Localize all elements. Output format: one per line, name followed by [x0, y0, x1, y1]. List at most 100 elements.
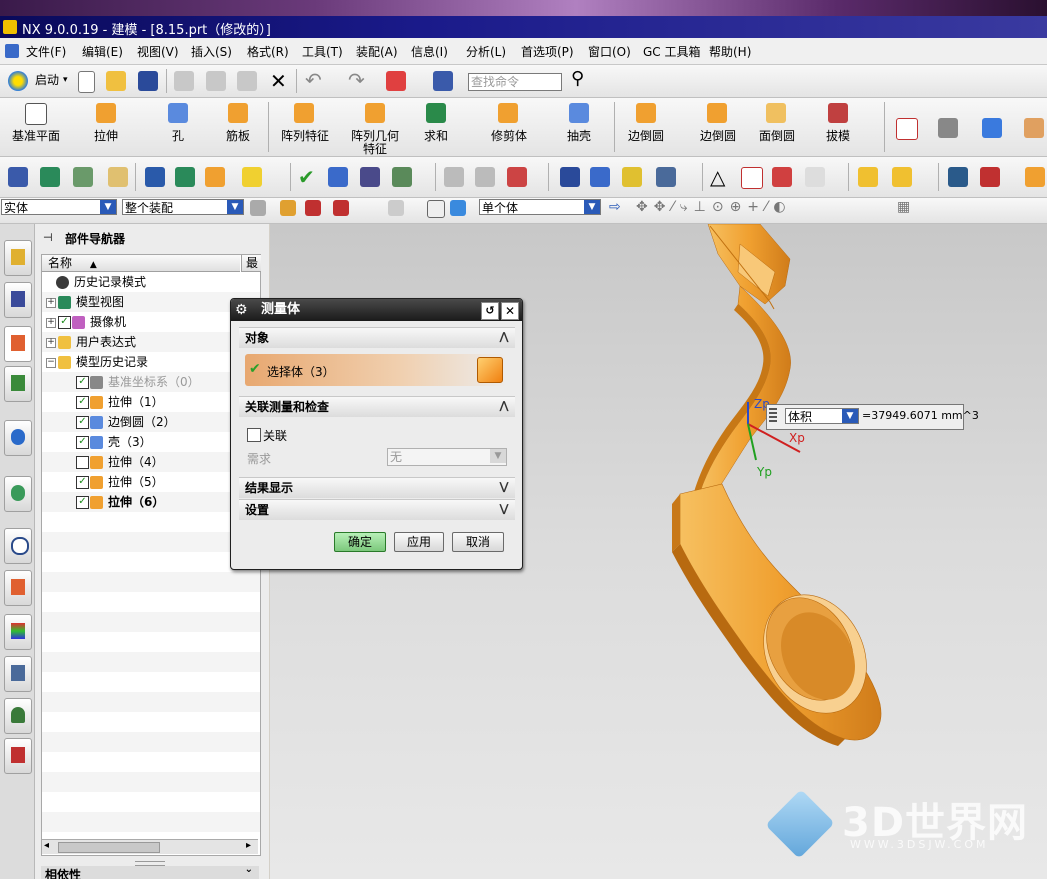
sketch-icon[interactable]	[475, 167, 495, 187]
hole-icon[interactable]	[168, 103, 188, 123]
menu-insert[interactable]: 插入(S)	[191, 43, 232, 60]
rib-icon[interactable]	[228, 103, 248, 123]
feature-hole[interactable]: 孔	[158, 130, 198, 143]
process-studio-tab[interactable]	[4, 570, 32, 606]
tree-row[interactable]: ✓ 壳（3）	[42, 432, 260, 452]
render-style-icon[interactable]	[938, 118, 958, 138]
chevron-down-icon[interactable]: ▼	[584, 200, 600, 214]
snap-row-icons[interactable]: ✥✥⁄⤷⊥⊙⊕+⁄◐	[636, 199, 792, 215]
app-menu-icon[interactable]	[5, 44, 19, 58]
feature-shell[interactable]: 抽壳	[559, 130, 599, 143]
orange-tool-icon[interactable]	[1025, 167, 1045, 187]
close-icon[interactable]: ✕	[501, 302, 519, 320]
redo-icon[interactable]: ↷	[348, 68, 365, 92]
visibility-checkbox[interactable]: ✓	[76, 376, 89, 389]
chevron-down-icon[interactable]: ⋁	[496, 479, 512, 495]
feature-draft[interactable]: 拔模	[818, 130, 858, 143]
feature-unite[interactable]: 求和	[416, 130, 456, 143]
command-search-input[interactable]: 查找命令	[468, 73, 562, 91]
menu-analysis[interactable]: 分析(L)	[466, 43, 506, 60]
visibility-checkbox[interactable]: ✓	[76, 416, 89, 429]
paste-icon[interactable]	[237, 71, 257, 91]
chevron-up-icon[interactable]: ⋀	[496, 398, 512, 414]
feature-pattern-feature[interactable]: 阵列特征	[275, 130, 335, 143]
checkmark-icon[interactable]: ✔	[298, 165, 315, 189]
grid-table-icon[interactable]	[741, 167, 763, 189]
tree-row[interactable]: + 模型视图	[42, 292, 260, 312]
box-icon[interactable]	[427, 200, 445, 218]
visualization-tab[interactable]	[4, 614, 32, 650]
tree-row[interactable]: ✓ 边倒圆（2）	[42, 412, 260, 432]
pattern-icon[interactable]	[805, 167, 825, 187]
start-button-label[interactable]: 启动	[35, 74, 59, 87]
measurement-readout[interactable]: 体积 ▼ =37949.6071 mm^3	[766, 404, 979, 430]
point-snap-icon[interactable]	[305, 200, 321, 216]
unite-icon[interactable]	[426, 103, 446, 123]
tree-row[interactable]: − 模型历史记录	[42, 352, 260, 372]
pencil-icon[interactable]	[108, 167, 128, 187]
search-icon[interactable]: ⚲	[571, 68, 584, 89]
table-select-icon[interactable]	[360, 167, 380, 187]
datum-plane-icon[interactable]	[25, 103, 47, 125]
menu-file[interactable]: 文件(F)	[26, 43, 66, 60]
chevron-down-icon[interactable]: ▼	[227, 200, 243, 214]
visibility-checkbox[interactable]: ✓	[76, 436, 89, 449]
cut-icon[interactable]	[174, 71, 194, 91]
save-icon[interactable]	[138, 71, 158, 91]
assembly-icon[interactable]	[858, 167, 878, 187]
feature-trim-body[interactable]: 修剪体	[484, 130, 534, 143]
edge-blend-icon[interactable]	[636, 103, 656, 123]
point-icon[interactable]	[772, 167, 792, 187]
wcs-icon[interactable]	[392, 167, 412, 187]
tree-row[interactable]: + ✓ 摄像机	[42, 312, 260, 332]
menu-view[interactable]: 视图(V)	[137, 43, 179, 60]
chevron-down-icon[interactable]: ▾	[63, 75, 68, 85]
menu-edit[interactable]: 编辑(E)	[82, 43, 123, 60]
component-icon[interactable]	[892, 167, 912, 187]
menu-information[interactable]: 信息(I)	[411, 43, 448, 60]
menu-assembly[interactable]: 装配(A)	[356, 43, 398, 60]
chevron-down-icon[interactable]: ▼	[842, 409, 858, 423]
tool-icon[interactable]	[333, 200, 349, 216]
table-icon[interactable]	[948, 167, 968, 187]
user-roles-tab[interactable]	[4, 698, 32, 734]
filter-reset-icon[interactable]	[250, 200, 266, 216]
expand-icon[interactable]: +	[46, 338, 56, 348]
display-icon[interactable]	[242, 167, 262, 187]
tree-row[interactable]: ✓ 拉伸（1）	[42, 392, 260, 412]
edge-blend-2-icon[interactable]	[707, 103, 727, 123]
face-blend-icon[interactable]	[766, 103, 786, 123]
cancel-button[interactable]: 取消	[452, 532, 504, 552]
measurement-type-select[interactable]: 体积 ▼	[785, 408, 859, 424]
extrude-icon[interactable]	[96, 103, 116, 123]
tree-row[interactable]: ✓ 基准坐标系（0）	[42, 372, 260, 392]
feature-datum-plane[interactable]: 基准平面	[6, 130, 66, 143]
start-icon[interactable]	[8, 71, 28, 91]
selection-scope-select[interactable]: 整个装配 ▼	[122, 199, 244, 215]
feature-edge-blend-2[interactable]: 边倒圆	[693, 130, 743, 143]
visibility-checkbox[interactable]: ✓	[58, 316, 71, 329]
scroll-left-icon[interactable]: ◂	[44, 840, 49, 851]
new-file-icon[interactable]	[78, 71, 95, 93]
layer-settings-icon[interactable]	[386, 71, 406, 91]
trim-body-icon[interactable]	[498, 103, 518, 123]
section-assoc-header[interactable]: 关联测量和检查 ⋀	[239, 396, 515, 417]
menu-format[interactable]: 格式(R)	[247, 43, 289, 60]
blue-cube-icon[interactable]	[450, 200, 466, 216]
chevron-down-icon[interactable]: ▼	[100, 200, 116, 214]
lasso-icon[interactable]	[388, 200, 404, 216]
menu-help[interactable]: 帮助(H)	[709, 43, 751, 60]
menu-tools[interactable]: 工具(T)	[302, 43, 343, 60]
coil-icon[interactable]	[656, 167, 676, 187]
edit-object-icon[interactable]	[205, 167, 225, 187]
horizontal-scrollbar[interactable]: ◂ ▸	[42, 839, 258, 854]
part-navigator-tab[interactable]	[4, 326, 32, 362]
tree-row[interactable]: + 用户表达式	[42, 332, 260, 352]
column-header-name[interactable]: 名称 ▲	[42, 255, 240, 272]
reuse-library-tab[interactable]	[4, 366, 32, 402]
constraint-navigator-tab[interactable]	[4, 282, 32, 318]
expand-icon[interactable]: +	[46, 318, 56, 328]
collapse-icon[interactable]: −	[46, 358, 56, 368]
feature-pattern-geometry[interactable]: 阵列几何特征	[349, 130, 401, 156]
web-browser-tab[interactable]	[4, 420, 32, 456]
